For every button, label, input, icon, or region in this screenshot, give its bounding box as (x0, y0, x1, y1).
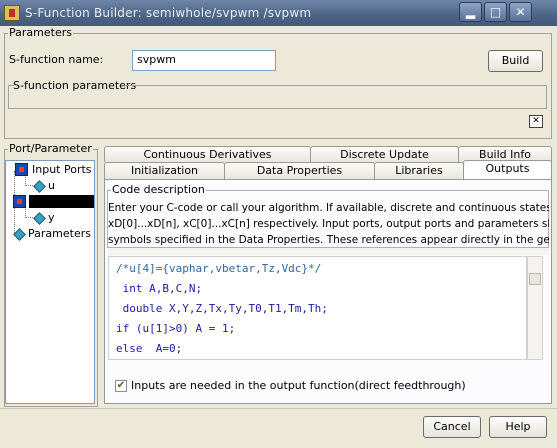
s-function-parameters-group: S-function parameters (8, 79, 547, 109)
code-line: /*u[4]={vaphar,vbetar,Tz,Vdc}*/ (116, 262, 322, 275)
tab-data-properties[interactable]: Data Properties (224, 162, 375, 179)
code-line: else A=0; (116, 342, 183, 355)
code-line: if (u[1]>0) A = 1; (116, 322, 236, 335)
code-description-label: Code description (111, 183, 206, 197)
tree-item-y[interactable]: y (6, 210, 94, 226)
input-ports-block-icon (15, 163, 28, 176)
tree-item-label: y (48, 211, 55, 224)
tree-item-output-ports[interactable] (6, 194, 94, 210)
code-line: int A,B,C,N; (116, 282, 203, 295)
parameters-group-label: Parameters (8, 26, 73, 40)
output-code-editor[interactable]: /*u[4]={vaphar,vbetar,Tz,Vdc}*/ int A,B,… (108, 256, 527, 360)
tab-libraries[interactable]: Libraries (374, 162, 464, 179)
close-button[interactable]: ✕ (509, 2, 532, 22)
tree-item-selection-highlight (29, 195, 94, 208)
tab-outputs[interactable]: Outputs (463, 160, 552, 179)
direct-feedthrough-label: Inputs are needed in the output function… (131, 379, 466, 392)
close-icon: ✕ (515, 5, 526, 19)
code-vertical-scrollbar[interactable] (527, 256, 543, 360)
group-edge (8, 85, 14, 86)
port-diamond-icon (33, 180, 46, 193)
cancel-button[interactable]: Cancel (423, 416, 481, 438)
tree-item-label: Input Ports (32, 163, 92, 176)
minimize-button[interactable]: ▂ (459, 2, 482, 22)
direct-feedthrough-checkbox[interactable]: ✔ (115, 380, 127, 392)
delete-parameter-button[interactable]: ✕ (529, 115, 543, 128)
maximize-button[interactable]: □ (484, 2, 507, 22)
footer-divider (0, 408, 557, 409)
parameters-diamond-icon (13, 228, 26, 241)
tree-item-label: u (48, 179, 55, 192)
minimize-icon: ▂ (465, 5, 476, 19)
tab-continuous-derivatives[interactable]: Continuous Derivatives (104, 146, 311, 162)
description-line: xD[0]...xD[n], xC[0]...xC[n] respectivel… (108, 218, 549, 230)
tree-item-label: Parameters (28, 227, 91, 240)
description-line: symbols specified in the Data Properties… (108, 234, 549, 246)
s-function-parameters-label: S-function parameters (12, 79, 138, 93)
port-parameter-tree[interactable]: Input Ports u y Parameters (5, 160, 95, 404)
s-function-builder-window: S-Function Builder: semiwhole/svpwm /svp… (0, 0, 557, 448)
maximize-icon: □ (489, 5, 502, 19)
close-icon: ✕ (532, 116, 540, 126)
window-title: S-Function Builder: semiwhole/svpwm /svp… (25, 6, 312, 20)
code-line: double X,Y,Z,Tx,Ty,T0,T1,Tm,Th; (116, 302, 328, 315)
group-edge (124, 85, 547, 86)
tab-discrete-update[interactable]: Discrete Update (310, 146, 459, 162)
description-line: Enter your C-code or call your algorithm… (108, 202, 549, 214)
port-parameter-group-label: Port/Parameter (8, 142, 93, 156)
checkmark-icon: ✔ (116, 380, 126, 391)
build-button[interactable]: Build (488, 50, 543, 72)
s-function-name-input[interactable]: svpwm (132, 50, 276, 71)
port-diamond-icon (33, 212, 46, 225)
tree-item-u[interactable]: u (6, 178, 94, 194)
help-button[interactable]: Help (489, 416, 547, 438)
tree-item-input-ports[interactable]: Input Ports (6, 162, 94, 178)
title-bar[interactable]: S-Function Builder: semiwhole/svpwm /svp… (0, 0, 557, 26)
tab-initialization[interactable]: Initialization (104, 162, 225, 179)
tree-item-parameters[interactable]: Parameters (6, 226, 94, 242)
output-ports-block-icon (13, 195, 26, 208)
s-function-name-label: S-function name: (9, 53, 104, 66)
description-scrollbar[interactable] (108, 248, 549, 255)
scrollbar-thumb[interactable] (529, 273, 541, 285)
simulink-app-icon (4, 5, 20, 21)
code-description-text: Enter your C-code or call your algorithm… (108, 200, 549, 248)
